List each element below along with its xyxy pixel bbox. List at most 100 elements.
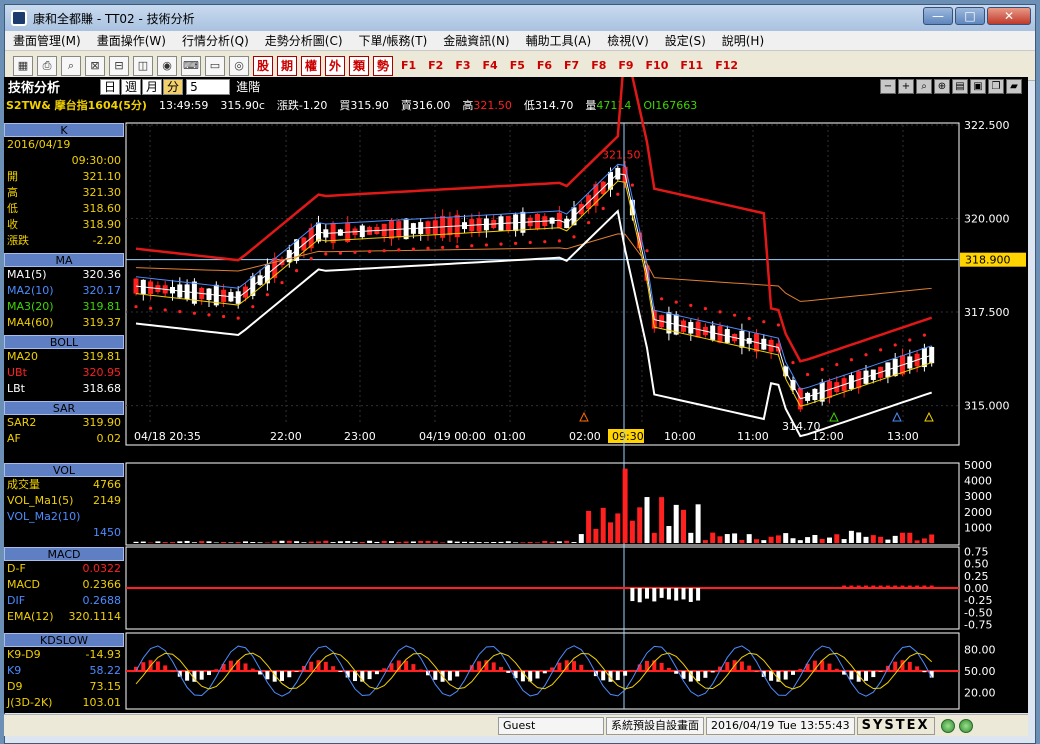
title-bar[interactable]: 康和全都賺 - TT02 - 技術分析 — □ ✕ (5, 5, 1035, 31)
fkey-button[interactable]: F12 (711, 59, 742, 72)
volume-bar (133, 541, 139, 543)
k-row-label: 漲跌 (7, 234, 29, 247)
volume-bar (418, 541, 424, 543)
kd-bar (572, 661, 576, 671)
menu-item[interactable]: 輔助工具(A) (518, 32, 600, 49)
fkey-button[interactable]: F8 (587, 59, 610, 72)
chart-area[interactable]: 技術分析 日 週 月 分 5 進階 − + ⌕ ⊕ ▤ ▣ ❐ ▰ S2TW& … (4, 77, 1028, 713)
time-tick-label: 11:00 (737, 430, 769, 443)
kd-label: K9 (7, 664, 22, 677)
volume-bar (513, 542, 519, 543)
fkey-button[interactable]: F9 (614, 59, 637, 72)
technical-chart[interactable]: 322.500 320.000 317.500 315.000 318.900 04/18… (4, 77, 1028, 713)
fkey-button[interactable]: F3 (451, 59, 474, 72)
sar-dot (324, 252, 328, 256)
volume-bar (651, 532, 657, 543)
futures-button[interactable]: 期 (277, 55, 297, 76)
kd-tick-label: 50.00 (964, 665, 996, 678)
macd-value: 0.2366 (82, 578, 122, 591)
split-icon[interactable]: ◫ (133, 55, 153, 76)
kd-bar (199, 671, 204, 680)
fkey-button[interactable]: F1 (397, 59, 420, 72)
sar-dot (879, 348, 883, 352)
systex-logo: SYSTEX (856, 716, 935, 735)
layout-icon[interactable]: ▦ (13, 55, 33, 76)
volume-bar (191, 542, 197, 543)
volume-bar (900, 532, 905, 543)
macd-label: DIF (7, 594, 26, 607)
foreign-button[interactable]: 外 (325, 55, 345, 76)
keyboard-icon[interactable]: ⌨ (181, 55, 201, 76)
close-button[interactable]: ✕ (987, 7, 1031, 25)
menu-item[interactable]: 設定(S) (657, 32, 714, 49)
time-tick-label: 01:00 (494, 430, 526, 443)
macd-bar (856, 585, 861, 588)
volume-bar (688, 532, 694, 543)
sar-dot (601, 206, 605, 211)
maximize-button[interactable]: □ (955, 7, 985, 25)
ma2-line (135, 163, 932, 390)
print-icon[interactable]: ⎙ (37, 55, 57, 76)
volume-bar (848, 530, 854, 543)
panel-header: MACD (4, 547, 124, 561)
fkey-button[interactable]: F11 (676, 59, 707, 72)
close-window-icon[interactable]: ⊠ (85, 55, 105, 76)
tile-icon[interactable]: ⊟ (109, 55, 129, 76)
time-tick-label: 04/18 20:35 (134, 430, 201, 443)
menu-item[interactable]: 畫面管理(M) (5, 32, 89, 49)
fkey-button[interactable]: F7 (560, 59, 583, 72)
macd-label: D-F (7, 562, 26, 575)
menu-item[interactable]: 檢視(V) (599, 32, 657, 49)
trend-button[interactable]: 勢 (373, 55, 393, 76)
kd-bar (382, 668, 387, 671)
vol-value: 4766 (93, 478, 121, 491)
time-tick-label: 13:00 (887, 430, 919, 443)
menu-item[interactable]: 走勢分析圖(C) (257, 32, 351, 49)
fkey-button[interactable]: F5 (506, 59, 529, 72)
volume-bar (162, 542, 168, 543)
sar-dot (616, 192, 620, 196)
kd-bar (659, 662, 664, 671)
fkey-button[interactable]: F10 (642, 59, 673, 72)
macd-bar (696, 588, 701, 601)
kd-bar (710, 671, 715, 673)
menu-item[interactable]: 行情分析(Q) (174, 32, 257, 49)
price-tick-label: 322.500 (964, 119, 1010, 132)
globe-icon[interactable]: ◉ (157, 55, 177, 76)
sar-dot (441, 245, 445, 250)
volume-bar (797, 540, 803, 543)
window-icon[interactable]: ▭ (205, 55, 225, 76)
panel-header: SAR (4, 401, 124, 415)
fkey-button[interactable]: F6 (533, 59, 556, 72)
menu-item[interactable]: 畫面操作(W) (89, 32, 174, 49)
time-tick-label: 22:00 (270, 430, 302, 443)
category-button[interactable]: 類 (349, 55, 369, 76)
kd-bar (535, 671, 540, 679)
menu-item[interactable]: 說明(H) (714, 32, 772, 49)
search-icon[interactable]: ⌕ (61, 55, 81, 76)
sar-value: 319.90 (82, 416, 122, 429)
connection-led-icon (958, 718, 973, 733)
kd-bar (915, 666, 920, 671)
menu-item[interactable]: 金融資訊(N) (435, 32, 517, 49)
ma3-line (135, 180, 932, 407)
kd-bar (666, 667, 671, 671)
kd-bar (265, 671, 270, 680)
minimize-button[interactable]: — (923, 7, 953, 25)
k-row-label: 高 (7, 186, 18, 199)
macd-value: 0.2688 (82, 594, 122, 607)
macd-bar (893, 585, 898, 588)
kd-bar (207, 671, 211, 676)
menu-item[interactable]: 下單/帳務(T) (351, 32, 436, 49)
logo-icon[interactable]: ◎ (229, 55, 249, 76)
status-bar: Guest 系統預設自設畫面 2016/04/19 Tue 13:55:43 S… (4, 714, 1028, 736)
sar-dot (222, 314, 226, 319)
fkey-button[interactable]: F4 (479, 59, 502, 72)
kd-bar (163, 665, 168, 671)
options-button[interactable]: 權 (301, 55, 321, 76)
k-row-value: 321.10 (82, 170, 122, 183)
price-tick-label: 315.000 (964, 400, 1010, 413)
fkey-button[interactable]: F2 (424, 59, 447, 72)
stock-button[interactable]: 股 (253, 55, 273, 76)
volume-bar (622, 468, 628, 543)
